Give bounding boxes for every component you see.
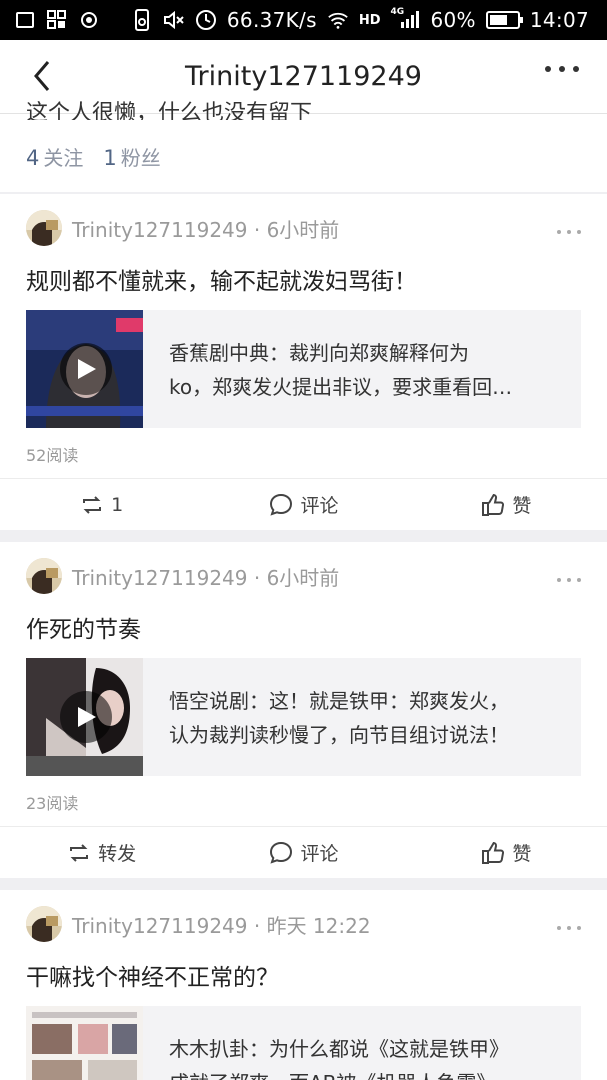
clock: 14:07 <box>529 8 589 32</box>
feed-post: Trinity127119249 · 6小时前 作死的节奏 悟空说剧：这！就是铁… <box>0 542 607 878</box>
post-author-line: Trinity127119249 · 6小时前 <box>72 217 340 242</box>
card-title-line: 悟空说剧：这！就是铁甲：郑爽发火， <box>169 689 509 713</box>
profile-summary: 这个人很懒，什么也没有留下 4 关注 1 粉丝 <box>0 101 607 192</box>
post-header: Trinity127119249 · 6小时前 <box>26 210 339 246</box>
like-button[interactable]: 赞 <box>405 839 607 866</box>
shared-video-card[interactable]: 悟空说剧：这！就是铁甲：郑爽发火， 认为裁判读秒慢了，向节目组讨说法！ <box>26 658 581 776</box>
vibrate-icon <box>131 9 153 31</box>
comment-icon <box>270 493 293 516</box>
record-dot-icon <box>78 9 100 31</box>
like-label: 赞 <box>512 843 532 865</box>
status-bar: 66.37K/s HD 4G 60% 14:07 <box>0 0 607 40</box>
comment-button[interactable]: 评论 <box>202 839 404 866</box>
shared-card-title: 木木扒卦：为什么都说《这就是铁甲》 成就了郑爽，而AB被《机器人争霸》 <box>143 1006 581 1080</box>
post-author[interactable]: Trinity127119249 <box>72 914 248 938</box>
like-label: 赞 <box>512 495 532 517</box>
post-time: 6小时前 <box>266 217 340 242</box>
feed-post: Trinity127119249 · 6小时前 规则都不懂就来，输不起就泼妇骂街… <box>0 194 607 530</box>
card-title-line: 认为裁判读秒慢了，向节目组讨说法！ <box>169 723 509 747</box>
post-author-line: Trinity127119249 · 6小时前 <box>72 565 340 590</box>
followers-count: 1 <box>103 146 117 170</box>
post-author[interactable]: Trinity127119249 <box>72 218 248 242</box>
card-title-line: 木木扒卦：为什么都说《这就是铁甲》 <box>169 1037 509 1061</box>
card-title-line: 香蕉剧中典：裁判向郑爽解释何为 <box>169 341 469 365</box>
post-text: 作死的节奏 <box>26 617 141 643</box>
comment-button[interactable]: 评论 <box>202 491 404 518</box>
card-title-line: ko，郑爽发火提出非议，要求重看回… <box>169 375 513 399</box>
post-header: Trinity127119249 · 6小时前 <box>26 558 339 594</box>
signal-icon: 4G <box>390 7 421 31</box>
battery-icon <box>485 11 523 29</box>
mute-icon <box>163 9 185 31</box>
post-author[interactable]: Trinity127119249 <box>72 566 248 590</box>
post-time: 6小时前 <box>266 565 340 590</box>
hd-label: HD <box>358 12 381 28</box>
back-arrow-icon[interactable] <box>26 58 62 94</box>
more-menu-icon[interactable] <box>545 66 579 72</box>
repost-label: 1 <box>111 493 124 516</box>
card-title-line: 成就了郑爽，而AB被《机器人争霸》 <box>169 1066 567 1080</box>
post-time: 昨天 12:22 <box>266 913 371 938</box>
avatar[interactable] <box>26 558 62 594</box>
post-more-icon[interactable] <box>557 230 581 234</box>
thumbs-up-icon <box>482 493 505 516</box>
play-icon[interactable] <box>60 343 112 395</box>
shared-card-title: 悟空说剧：这！就是铁甲：郑爽发火， 认为裁判读秒慢了，向节目组讨说法！ <box>143 658 581 776</box>
avatar[interactable] <box>26 210 62 246</box>
following-count: 4 <box>26 146 40 170</box>
grid-app-icon <box>46 9 68 31</box>
feed-post: Trinity127119249 · 昨天 12:22 干嘛找个神经不正常的？ … <box>0 890 607 1080</box>
wifi-icon <box>327 9 349 31</box>
post-action-bar: 转发 评论 赞 <box>0 826 607 878</box>
battery-percent: 60% <box>430 8 476 32</box>
notification-box-icon <box>14 9 36 31</box>
repost-button[interactable]: 转发 <box>0 839 202 866</box>
post-author-line: Trinity127119249 · 昨天 12:22 <box>72 913 371 938</box>
network-speed: 66.37K/s <box>226 8 317 32</box>
post-text: 干嘛找个神经不正常的？ <box>26 965 279 991</box>
article-thumbnail <box>26 1006 143 1080</box>
read-count: 52阅读 <box>26 446 79 465</box>
following-stat[interactable]: 4 关注 <box>26 142 83 171</box>
following-label: 关注 <box>43 146 84 170</box>
followers-label: 粉丝 <box>120 146 161 170</box>
profile-bio: 这个人很懒，什么也没有留下 <box>26 101 313 120</box>
post-text: 规则都不懂就来，输不起就泼妇骂街！ <box>26 269 417 295</box>
read-count: 23阅读 <box>26 794 79 813</box>
shared-article-card[interactable]: 木木扒卦：为什么都说《这就是铁甲》 成就了郑爽，而AB被《机器人争霸》 <box>26 1006 581 1080</box>
video-thumbnail <box>26 658 143 776</box>
comment-label: 评论 <box>300 843 339 865</box>
thumbs-up-icon <box>482 841 505 864</box>
followers-stat[interactable]: 1 粉丝 <box>103 142 160 171</box>
repost-button[interactable]: 1 <box>0 492 202 518</box>
video-thumbnail <box>26 310 143 428</box>
page-title: Trinity127119249 <box>185 61 422 92</box>
shared-video-card[interactable]: 香蕉剧中典：裁判向郑爽解释何为 ko，郑爽发火提出非议，要求重看回… <box>26 310 581 428</box>
avatar[interactable] <box>26 906 62 942</box>
shared-card-title: 香蕉剧中典：裁判向郑爽解释何为 ko，郑爽发火提出非议，要求重看回… <box>143 310 581 428</box>
like-button[interactable]: 赞 <box>405 491 607 518</box>
repost-label: 转发 <box>98 843 137 865</box>
signal-type-label: 4G <box>390 7 405 17</box>
post-action-bar: 1 评论 赞 <box>0 478 607 530</box>
play-icon[interactable] <box>60 691 112 743</box>
comment-icon <box>270 841 293 864</box>
follow-stats: 4 关注 1 粉丝 <box>26 142 161 171</box>
repost-icon <box>83 495 102 514</box>
post-more-icon[interactable] <box>557 578 581 582</box>
comment-label: 评论 <box>300 495 339 517</box>
post-header: Trinity127119249 · 昨天 12:22 <box>26 906 371 942</box>
alarm-icon <box>195 9 217 31</box>
repost-icon <box>70 843 89 862</box>
post-more-icon[interactable] <box>557 926 581 930</box>
